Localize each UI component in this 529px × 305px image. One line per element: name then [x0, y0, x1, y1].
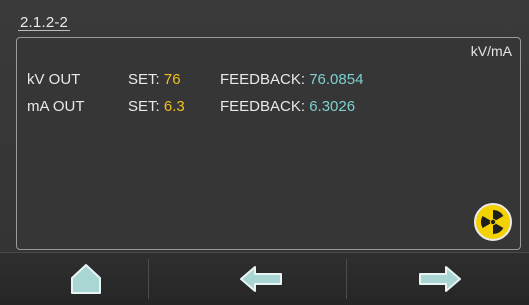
kv-feedback-label: FEEDBACK: [220, 71, 306, 88]
kv-set-label: SET: [128, 71, 160, 88]
ma-feedback-value: 6.3026 [309, 98, 356, 115]
back-button[interactable] [175, 253, 347, 305]
ma-set: SET: 6.3 [128, 97, 185, 117]
ma-out-label: mA OUT [27, 98, 85, 115]
kv-feedback-value: 76.0854 [309, 71, 364, 88]
title-underline [18, 30, 70, 31]
units-label: kV/mA [470, 43, 512, 59]
screen: 2.1.2-2 kV/mA kV OUT SET: 76 FEEDBACK: 7… [0, 0, 529, 305]
nav-separator [148, 259, 149, 299]
readout-panel: kV/mA kV OUT SET: 76 FEEDBACK: 76.0854 m… [16, 37, 521, 250]
nav-separator [346, 259, 347, 299]
arrow-left-icon [240, 266, 282, 292]
kv-out-label: kV OUT [27, 71, 81, 88]
kv-feedback: FEEDBACK: 76.0854 [220, 70, 363, 90]
arrow-right-icon [418, 266, 461, 292]
nav-bar [0, 252, 529, 305]
next-button[interactable] [350, 253, 529, 305]
ma-feedback-label: FEEDBACK: [220, 98, 306, 115]
kv-set: SET: 76 [128, 70, 181, 90]
ma-set-label: SET: [128, 98, 160, 115]
ma-feedback: FEEDBACK: 6.3026 [220, 97, 355, 117]
page-title: 2.1.2-2 [20, 14, 69, 31]
home-button[interactable] [0, 253, 172, 305]
radiation-symbol [481, 210, 504, 234]
ma-set-value: 6.3 [163, 98, 185, 115]
kv-set-value: 76 [163, 71, 181, 88]
radiation-icon[interactable] [474, 203, 512, 241]
home-icon [71, 264, 101, 294]
